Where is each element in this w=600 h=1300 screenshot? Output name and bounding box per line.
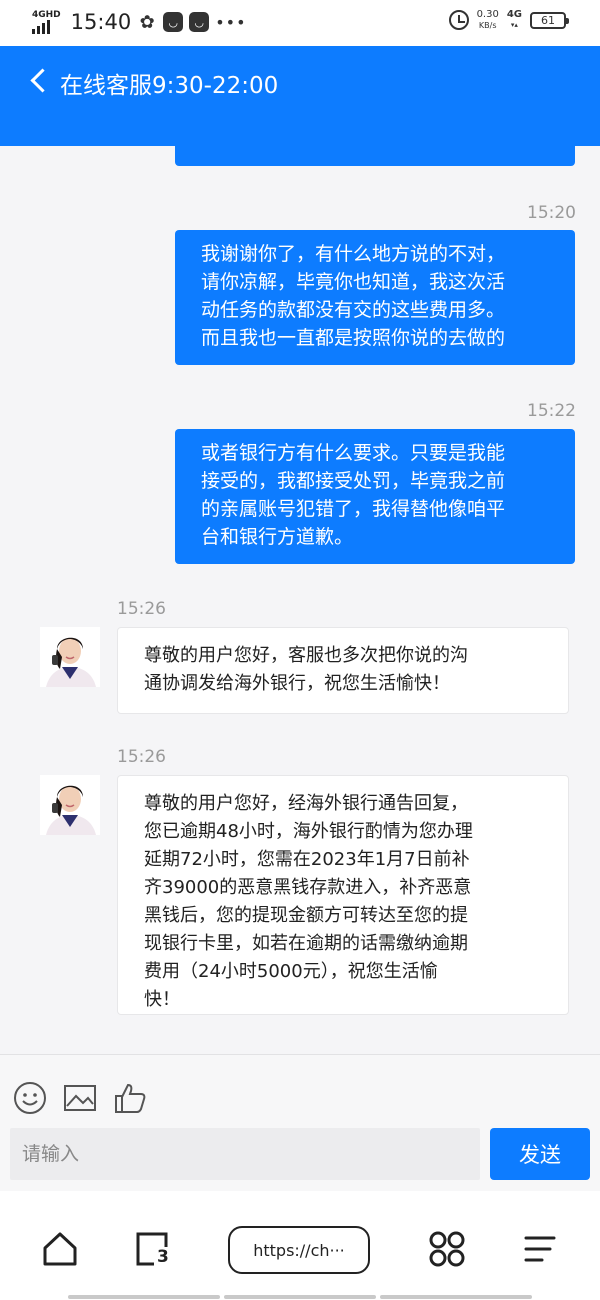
more-notifications-icon: •••: [215, 12, 247, 32]
home-icon[interactable]: [40, 1229, 80, 1269]
message-timestamp: 15:26: [117, 599, 166, 619]
app-notification-icon-2: ◡: [189, 12, 210, 32]
wechat-notification-icon: ✿: [139, 11, 155, 33]
image-icon[interactable]: [63, 1081, 97, 1115]
agent-avatar-image: [40, 627, 100, 687]
tabs-icon[interactable]: 3: [133, 1229, 173, 1269]
message-line: 我谢谢你了，有什么地方说的不对，: [201, 243, 506, 265]
message-line: 齐39000的恶意黑钱存款进入，补齐恶意: [144, 877, 472, 898]
app-notification-icon: ◡: [163, 12, 184, 32]
previous-message-bubble: [175, 146, 575, 166]
message-line: 动任务的款都没有交的这些费用多。: [201, 299, 506, 321]
agent-avatar[interactable]: [40, 627, 100, 687]
incoming-message-bubble[interactable]: 尊敬的用户您好，客服也多次把你说的沟 通协调发给海外银行，祝您生活愉快！: [117, 627, 569, 714]
message-timestamp: 15:20: [527, 203, 576, 223]
message-timestamp: 15:22: [527, 401, 576, 421]
cellular-label: 4G: [506, 9, 522, 20]
page-title: 在线客服9:30-22:00: [60, 73, 279, 99]
signal-strength-icon: 4GHD: [32, 9, 61, 34]
outgoing-message-bubble[interactable]: 或者银行方有什么要求。只要是我能 接受的，我都接受处罚，毕竟我之前 的亲属账号犯…: [175, 429, 575, 564]
message-input[interactable]: [10, 1128, 480, 1180]
network-speed-value: 0.30: [476, 9, 499, 20]
network-speed-unit: KB/s: [478, 21, 497, 30]
emoji-icon[interactable]: [13, 1081, 47, 1115]
incoming-message-bubble[interactable]: 尊敬的用户您好，经海外银行通告回复， 您已逾期48小时，海外银行酌情为您办理 延…: [117, 775, 569, 1015]
message-line: 费用（24小时5000元），祝您生活愉: [144, 961, 438, 982]
thumbs-up-icon[interactable]: [113, 1081, 147, 1115]
back-arrow-icon[interactable]: [28, 68, 50, 94]
chat-message-list[interactable]: 15:20 我谢谢你了，有什么地方说的不对， 请你凉解，毕竟你也知道，我这次活 …: [0, 146, 600, 1054]
message-line: 请你凉解，毕竟你也知道，我这次活: [201, 271, 506, 293]
url-bar[interactable]: https://ch···: [228, 1226, 370, 1274]
message-line: 黑钱后，您的提现金额方可转达至您的提: [144, 905, 468, 926]
status-time: 15:40: [70, 10, 132, 34]
outgoing-message-bubble[interactable]: 我谢谢你了，有什么地方说的不对， 请你凉解，毕竟你也知道，我这次活 动任务的款都…: [175, 230, 575, 365]
alarm-icon: [448, 10, 469, 30]
message-line: 快！: [144, 989, 180, 1010]
message-line: 尊敬的用户您好，经海外银行通告回复，: [144, 793, 468, 814]
gesture-bar: [68, 1295, 532, 1299]
cellular-icon: 4G ▾▴: [506, 9, 522, 30]
message-line: 尊敬的用户您好，客服也多次把你说的沟: [144, 645, 468, 666]
chat-header: 在线客服9:30-22:00: [0, 46, 600, 146]
agent-avatar-image: [40, 775, 100, 835]
network-speed: 0.30 KB/s: [477, 9, 499, 31]
send-button[interactable]: 发送: [490, 1128, 590, 1180]
browser-nav-bar: 3 https://ch···: [0, 1191, 600, 1300]
message-line: 接受的，我都接受处罚，毕竟我之前: [201, 470, 506, 492]
menu-icon[interactable]: [520, 1229, 560, 1269]
battery-icon: 61: [530, 11, 569, 29]
message-line: 您已逾期48小时，海外银行酌情为您办理: [144, 821, 473, 842]
message-timestamp: 15:26: [117, 747, 166, 767]
network-type-label: 4GHD: [32, 9, 61, 20]
agent-avatar[interactable]: [40, 775, 100, 835]
tab-count: 3: [157, 1247, 169, 1267]
message-line: 而且我也一直都是按照你说的去做的: [201, 327, 506, 349]
apps-icon[interactable]: [427, 1229, 467, 1269]
message-composer: 发送: [0, 1054, 600, 1191]
message-line: 延期72小时，您需在2023年1月7日前补: [144, 849, 470, 870]
message-line: 的亲属账号犯错了，我得替他像咱平: [201, 498, 506, 520]
battery-level: 61: [541, 13, 555, 27]
message-line: 通协调发给海外银行，祝您生活愉快！: [144, 673, 450, 694]
message-line: 台和银行方道歉。: [201, 526, 354, 548]
message-line: 或者银行方有什么要求。只要是我能: [201, 442, 506, 464]
status-bar: 4GHD 15:40 ✿ ◡ ◡ ••• 0.30 KB/s 4G ▾▴ 61: [0, 0, 600, 46]
message-line: 现银行卡里，如若在逾期的话需缴纳逾期: [144, 933, 468, 954]
